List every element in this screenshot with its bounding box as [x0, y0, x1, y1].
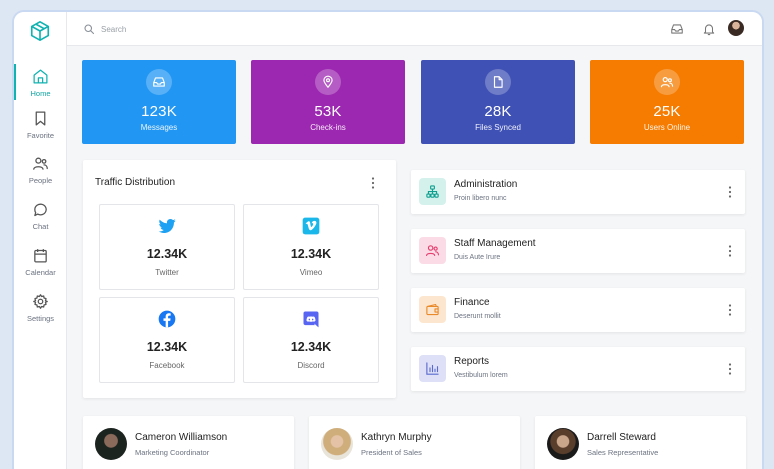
person-role: Sales Representative [587, 448, 659, 457]
sidebar-item-settings[interactable]: Settings [14, 293, 67, 333]
stat-card-checkins[interactable]: 53K Check-ins [251, 60, 405, 144]
home-icon [33, 69, 48, 84]
department-card-administration[interactable]: Administration Proin libero nunc [411, 170, 745, 214]
more-vertical-icon[interactable] [725, 244, 735, 258]
stat-value: 28K [484, 103, 512, 120]
more-vertical-icon[interactable] [368, 176, 378, 190]
users-icon [426, 245, 439, 257]
discord-icon [303, 311, 319, 328]
user-avatar[interactable] [728, 20, 744, 36]
bookmark-icon [35, 111, 46, 126]
stat-value: 53K [314, 103, 342, 120]
sidebar-item-label: Settings [26, 314, 55, 323]
traffic-value: 12.34K [290, 247, 332, 261]
cube-logo-icon [30, 21, 50, 41]
traffic-label: Vimeo [299, 268, 323, 277]
search-icon [84, 24, 95, 35]
department-subtitle: Duis Aute Irure [454, 254, 501, 261]
avatar [95, 428, 127, 460]
stat-label: Users Online [643, 123, 691, 132]
stat-value: 123K [141, 103, 177, 120]
stat-value: 25K [653, 103, 681, 120]
traffic-label: Twitter [155, 268, 179, 277]
people-icon [33, 157, 48, 170]
inbox-icon[interactable] [670, 22, 684, 36]
users-icon [660, 77, 674, 88]
traffic-label: Discord [297, 361, 325, 370]
sidebar-item-label: People [28, 176, 53, 185]
sidebar-item-people[interactable]: People [14, 155, 67, 195]
stat-card-messages[interactable]: 123K Messages [82, 60, 236, 144]
department-subtitle: Vestibulum lorem [454, 372, 508, 379]
inbox-icon [153, 77, 165, 87]
gear-icon [33, 294, 48, 309]
sidebar-item-calendar[interactable]: Calendar [14, 247, 67, 287]
person-card[interactable]: Darrell Steward Sales Representative [535, 416, 746, 469]
wallet-icon [426, 303, 439, 316]
department-subtitle: Proin libero nunc [454, 195, 507, 202]
file-icon [493, 76, 503, 88]
person-card[interactable]: Cameron Williamson Marketing Coordinator [83, 416, 294, 469]
more-vertical-icon[interactable] [725, 303, 735, 317]
avatar [321, 428, 353, 460]
department-card-finance[interactable]: Finance Deserunt mollit [411, 288, 745, 332]
department-title: Finance [454, 297, 490, 308]
person-name: Kathryn Murphy [361, 432, 432, 443]
org-chart-icon [426, 185, 439, 198]
sidebar-item-chat[interactable]: Chat [14, 201, 67, 241]
stat-label: Files Synced [475, 123, 521, 132]
department-title: Reports [454, 356, 490, 367]
sidebar-item-label: Chat [32, 222, 49, 231]
stat-card-users-online[interactable]: 25K Users Online [590, 60, 744, 144]
traffic-value: 12.34K [290, 340, 332, 354]
avatar [547, 428, 579, 460]
search-input[interactable] [101, 20, 401, 38]
person-role: President of Sales [361, 448, 422, 457]
sidebar-item-label: Home [30, 89, 51, 98]
bell-icon[interactable] [702, 22, 716, 36]
person-card[interactable]: Kathryn Murphy President of Sales [309, 416, 520, 469]
top-bar [67, 12, 762, 46]
bar-chart-icon [426, 362, 439, 375]
department-subtitle: Deserunt mollit [454, 313, 501, 320]
traffic-source-facebook[interactable]: 12.34K Facebook [99, 297, 235, 383]
calendar-icon [34, 249, 47, 263]
app-window: Home Favorite People Chat Calendar Setti… [12, 10, 764, 469]
sidebar: Home Favorite People Chat Calendar Setti… [14, 12, 67, 469]
twitter-icon [158, 219, 176, 233]
traffic-source-discord[interactable]: 12.34K Discord [243, 297, 379, 383]
person-role: Marketing Coordinator [135, 448, 210, 457]
sidebar-item-home[interactable]: Home [14, 64, 67, 108]
traffic-label: Facebook [149, 361, 185, 370]
person-name: Darrell Steward [587, 432, 656, 443]
department-card-reports[interactable]: Reports Vestibulum lorem [411, 347, 745, 391]
stat-label: Check-ins [310, 123, 346, 132]
department-title: Staff Management [454, 238, 536, 249]
sidebar-item-label: Calendar [25, 268, 56, 277]
stat-label: Messages [140, 123, 178, 132]
traffic-source-vimeo[interactable]: 12.34K Vimeo [243, 204, 379, 290]
traffic-distribution-card: Traffic Distribution 12.34K Twitter 12.3… [83, 160, 396, 398]
facebook-icon [158, 310, 176, 328]
more-vertical-icon[interactable] [725, 362, 735, 376]
traffic-source-twitter[interactable]: 12.34K Twitter [99, 204, 235, 290]
traffic-value: 12.34K [146, 247, 188, 261]
stat-card-files-synced[interactable]: 28K Files Synced [421, 60, 575, 144]
location-pin-icon [323, 75, 333, 88]
vimeo-icon [302, 217, 320, 235]
sidebar-item-label: Favorite [26, 131, 55, 140]
department-card-staff-management[interactable]: Staff Management Duis Aute Irure [411, 229, 745, 273]
person-name: Cameron Williamson [135, 432, 228, 443]
traffic-value: 12.34K [146, 340, 188, 354]
card-title: Traffic Distribution [95, 177, 176, 188]
sidebar-item-favorite[interactable]: Favorite [14, 110, 67, 150]
department-title: Administration [454, 179, 518, 190]
more-vertical-icon[interactable] [725, 185, 735, 199]
chat-icon [34, 203, 47, 217]
